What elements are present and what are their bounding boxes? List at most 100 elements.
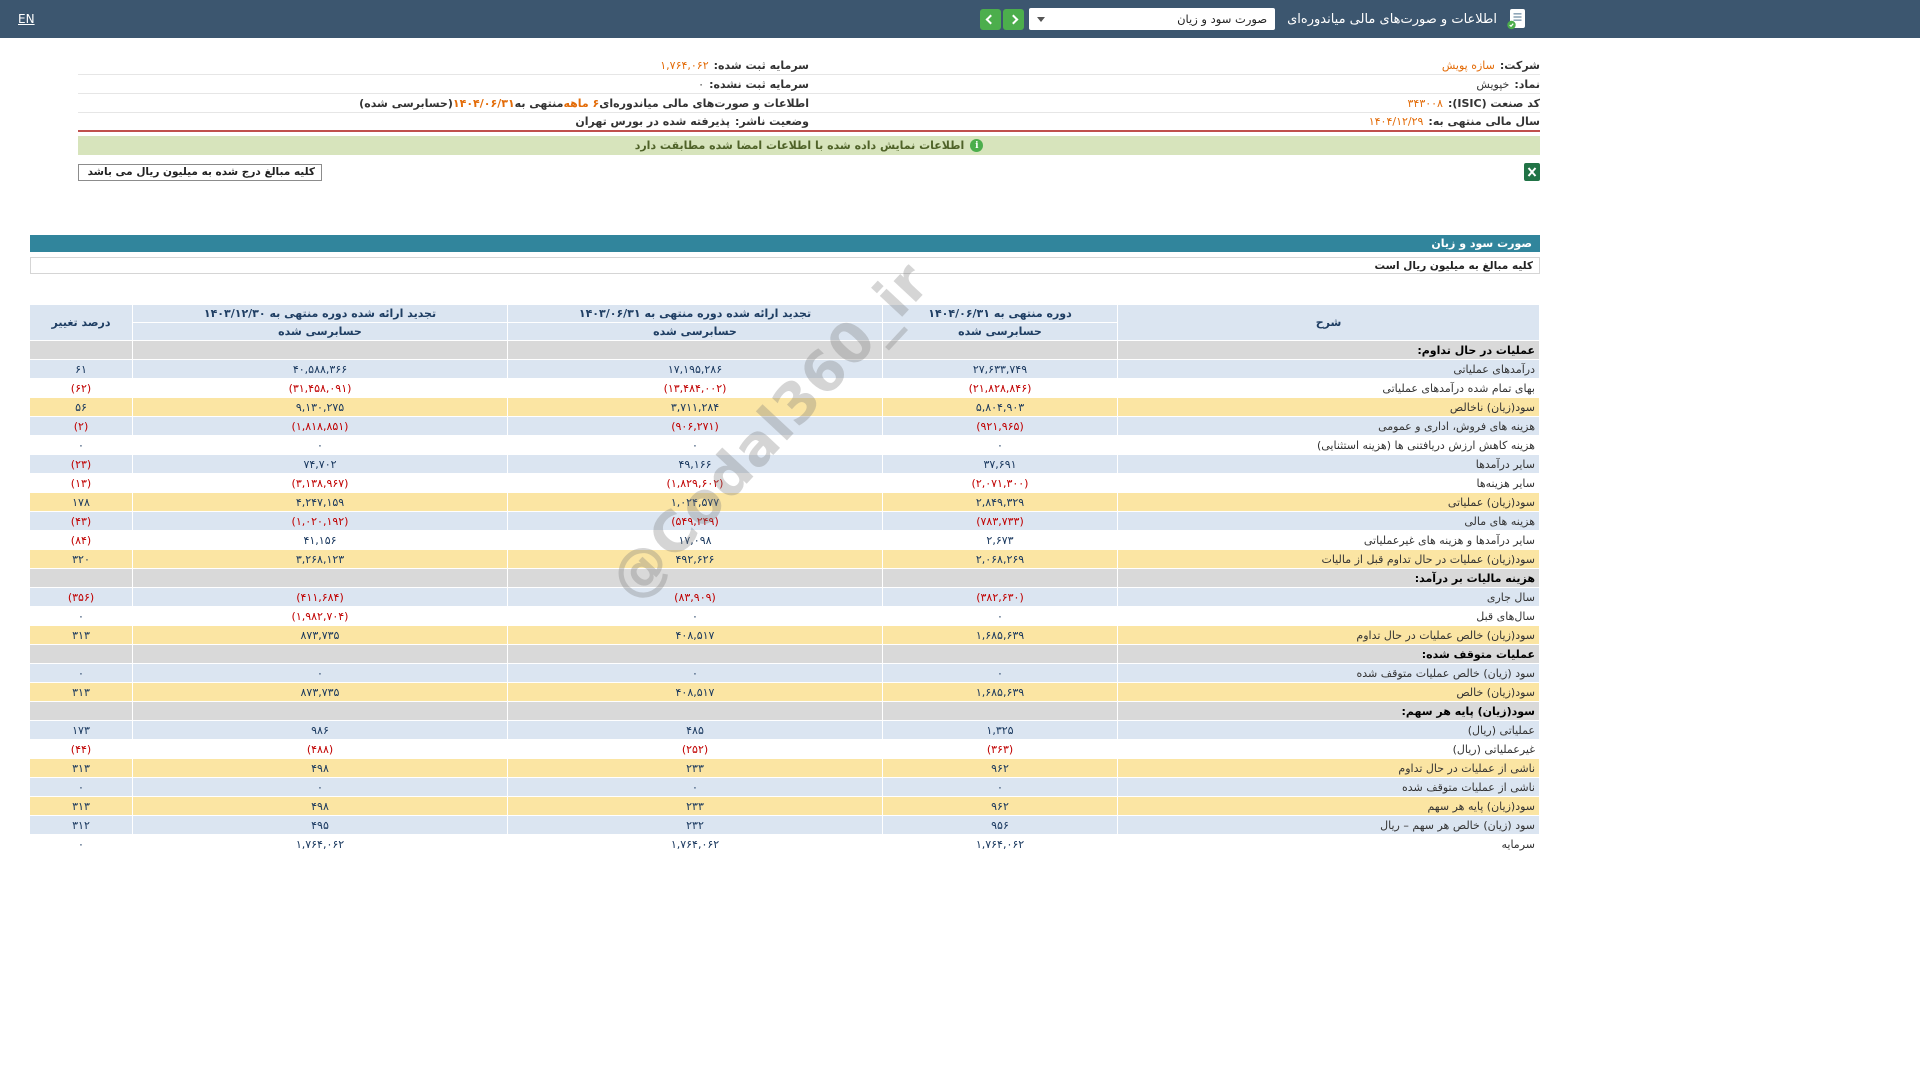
report-audited-note: (حسابرسی شده): [359, 96, 453, 110]
page-title: اطلاعات و صورت‌های مالی میاندوره‌ای: [1287, 11, 1497, 27]
cell-percent-change: ۶۱: [29, 359, 133, 379]
company-info-row: سال مالی منتهی به: ۱۴۰۴/۱۲/۲۹ وضعیت ناشر…: [78, 113, 1540, 132]
cell-restated-midyear: ۴۹,۱۶۶: [507, 454, 883, 474]
table-row: سود(زیان) پایه هر سهم ۹۶۲ ۲۳۳ ۴۹۸ ۳۱۳: [29, 796, 1540, 816]
cell-description: هزینه های مالی: [1117, 511, 1540, 531]
cell-current-period: [882, 340, 1118, 360]
cell-restated-annual: (۱,۹۸۲,۷۰۴): [132, 606, 508, 626]
cell-percent-change: (۸۴): [29, 530, 133, 550]
statement-units-note: کلیه مبالغ به میلیون ریال است: [30, 257, 1540, 274]
cell-restated-annual: ۷۴,۷۰۲: [132, 454, 508, 474]
table-row: سایر درآمدها ۳۷,۶۹۱ ۴۹,۱۶۶ ۷۴,۷۰۲ (۲۳): [29, 454, 1540, 474]
cell-current-period: ۳۷,۶۹۱: [882, 454, 1118, 474]
cell-percent-change: ۰: [29, 606, 133, 626]
table-row: سود(زیان) ناخالص ۵,۸۰۴,۹۰۳ ۳,۷۱۱,۲۸۴ ۹,۱۳۰,…: [29, 397, 1540, 417]
cell-current-period: ۹۶۲: [882, 796, 1118, 816]
report-period-months: ۶ ماهه: [563, 96, 600, 110]
cell-restated-midyear: ۴۰۸,۵۱۷: [507, 625, 883, 645]
cell-restated-annual: (۴۱۱,۶۸۴): [132, 587, 508, 607]
cell-restated-annual: ۳,۲۶۸,۱۲۳: [132, 549, 508, 569]
isic-value: ۳۴۳۰۰۸: [1407, 96, 1443, 110]
cell-percent-change: ۳۱۳: [29, 758, 133, 778]
table-row: غیرعملیاتی (ریال) (۳۶۳) (۲۵۲) (۴۸۸) (۴۴): [29, 739, 1540, 759]
statement-title-bar: صورت سود و زیان: [30, 235, 1540, 252]
company-name-field: شرکت: سازه پویش: [809, 59, 1540, 72]
cell-restated-midyear: (۸۳,۹۰۹): [507, 587, 883, 607]
cell-current-period: ۲,۶۷۳: [882, 530, 1118, 550]
cell-restated-annual: [132, 701, 508, 721]
table-row: سود (زیان) خالص عملیات متوقف شده ۰ ۰ ۰ ۰: [29, 663, 1540, 683]
cell-percent-change: (۴۴): [29, 739, 133, 759]
cell-description: سال‌های قبل: [1117, 606, 1540, 626]
cell-description: هزینه های فروش، اداری و عمومی: [1117, 416, 1540, 436]
col-header-restated-annual: تجدید ارائه شده دوره منتهی به ۱۴۰۳/۱۲/۳۰: [132, 304, 508, 323]
symbol-label: نماد:: [1514, 77, 1540, 91]
cell-restated-annual: ۰: [132, 663, 508, 683]
cell-restated-midyear: ۱۷,۰۹۸: [507, 530, 883, 550]
cell-percent-change: (۱۳): [29, 473, 133, 493]
statement-type-selected-value: صورت سود و زیان: [1177, 12, 1268, 26]
income-statement-table: شرح دوره منتهی به ۱۴۰۴/۰۶/۳۱ تجدید ارائه…: [29, 304, 1540, 854]
cell-percent-change: [29, 644, 133, 664]
cell-restated-midyear: ۳,۷۱۱,۲۸۴: [507, 397, 883, 417]
cell-percent-change: ۱۷۸: [29, 492, 133, 512]
cell-description: ناشی از عملیات در حال تداوم: [1117, 758, 1540, 778]
language-en-link[interactable]: EN: [18, 12, 35, 26]
col-header-description: شرح: [1117, 304, 1540, 341]
registered-capital-field: سرمایه ثبت شده: ۱,۷۶۴,۰۶۲: [78, 59, 809, 72]
cell-current-period: ۱,۶۸۵,۶۳۹: [882, 682, 1118, 702]
cell-restated-annual: ۰: [132, 435, 508, 455]
cell-current-period: ۱,۶۸۵,۶۳۹: [882, 625, 1118, 645]
cell-percent-change: (۲۳): [29, 454, 133, 474]
cell-description: عملیات در حال تداوم:: [1117, 340, 1540, 360]
statement-type-select[interactable]: صورت سود و زیان: [1029, 8, 1276, 30]
cell-current-period: ۲,۰۶۸,۲۶۹: [882, 549, 1118, 569]
cell-description: سود(زیان) عملیاتی: [1117, 492, 1540, 512]
cell-restated-midyear: ۴۹۲,۶۲۶: [507, 549, 883, 569]
cell-restated-annual: (۳,۱۳۸,۹۶۷): [132, 473, 508, 493]
company-name-value[interactable]: سازه پویش: [1442, 59, 1495, 72]
cell-current-period: ۵,۸۰۴,۹۰۳: [882, 397, 1118, 417]
cell-percent-change: ۳۱۳: [29, 625, 133, 645]
cell-restated-annual: ۹,۱۳۰,۲۷۵: [132, 397, 508, 417]
cell-description: سود(زیان) خالص عملیات در حال تداوم: [1117, 625, 1540, 645]
cell-description: سود(زیان) ناخالص: [1117, 397, 1540, 417]
table-row: سایر هزینه‌ها (۲,۰۷۱,۳۰۰) (۱,۸۲۹,۶۰۲) (۳,۱۳…: [29, 473, 1540, 493]
fiscal-year-field: سال مالی منتهی به: ۱۴۰۴/۱۲/۲۹: [809, 115, 1540, 128]
cell-restated-midyear: ۱,۰۲۴,۵۷۷: [507, 492, 883, 512]
cell-current-period: [882, 568, 1118, 588]
cell-current-period: ۱,۷۶۴,۰۶۲: [882, 834, 1118, 854]
company-info-row: کد صنعت (ISIC): ۳۴۳۰۰۸ اطلاعات و صورت‌ها…: [78, 94, 1540, 113]
cell-restated-midyear: ۴۰۸,۵۱۷: [507, 682, 883, 702]
col-header-restated-midyear: تجدید ارائه شده دوره منتهی به ۱۴۰۳/۰۶/۳۱: [507, 304, 883, 323]
registered-capital-label: سرمایه ثبت شده:: [713, 58, 809, 72]
nav-forward-button[interactable]: [1003, 8, 1025, 30]
cell-restated-midyear: ۲۳۳: [507, 796, 883, 816]
cell-current-period: (۲۱,۸۲۸,۸۴۶): [882, 378, 1118, 398]
cell-restated-midyear: [507, 340, 883, 360]
cell-current-period: [882, 701, 1118, 721]
cell-description: بهای تمام شده درآمدهای عملیاتی: [1117, 378, 1540, 398]
cell-description: عملیات متوقف شده:: [1117, 644, 1540, 664]
nav-back-button[interactable]: [980, 8, 1002, 30]
report-period-part: اطلاعات و صورت‌های مالی میاندوره‌ای: [599, 96, 809, 110]
cell-percent-change: (۲): [29, 416, 133, 436]
cell-current-period: ۲,۸۴۹,۳۲۹: [882, 492, 1118, 512]
cell-description: هزینه کاهش ارزش دریافتنی ها (هزینه استثن…: [1117, 435, 1540, 455]
report-period-part: منتهی به: [514, 96, 564, 110]
col-header-percent-change: درصد تغییر: [29, 304, 133, 341]
unregistered-capital-field: سرمایه ثبت نشده: ۰: [78, 78, 809, 91]
excel-export-icon[interactable]: [1524, 163, 1540, 181]
topbar: اطلاعات و صورت‌های مالی میاندوره‌ای صورت…: [0, 0, 1920, 38]
units-note-box: کلیه مبالغ درج شده به میلیون ریال می باش…: [78, 163, 322, 181]
cell-current-period: ۰: [882, 663, 1118, 683]
table-row: درآمدهای عملیاتی ۲۷,۶۳۳,۷۴۹ ۱۷,۱۹۵,۲۸۶ ۴۰,۵…: [29, 359, 1540, 379]
cell-restated-annual: ۴۹۸: [132, 796, 508, 816]
cell-restated-midyear: ۱,۷۶۴,۰۶۲: [507, 834, 883, 854]
company-info-row: شرکت: سازه پویش سرمایه ثبت شده: ۱,۷۶۴,۰۶…: [78, 56, 1540, 75]
table-row: سود(زیان) عملیات در حال تداوم قبل از مال…: [29, 549, 1540, 569]
table-row: سال جاری (۳۸۲,۶۳۰) (۸۳,۹۰۹) (۴۱۱,۶۸۴) (۳۵۶): [29, 587, 1540, 607]
cell-percent-change: (۳۵۶): [29, 587, 133, 607]
cell-current-period: ۹۵۶: [882, 815, 1118, 835]
cell-current-period: [882, 644, 1118, 664]
